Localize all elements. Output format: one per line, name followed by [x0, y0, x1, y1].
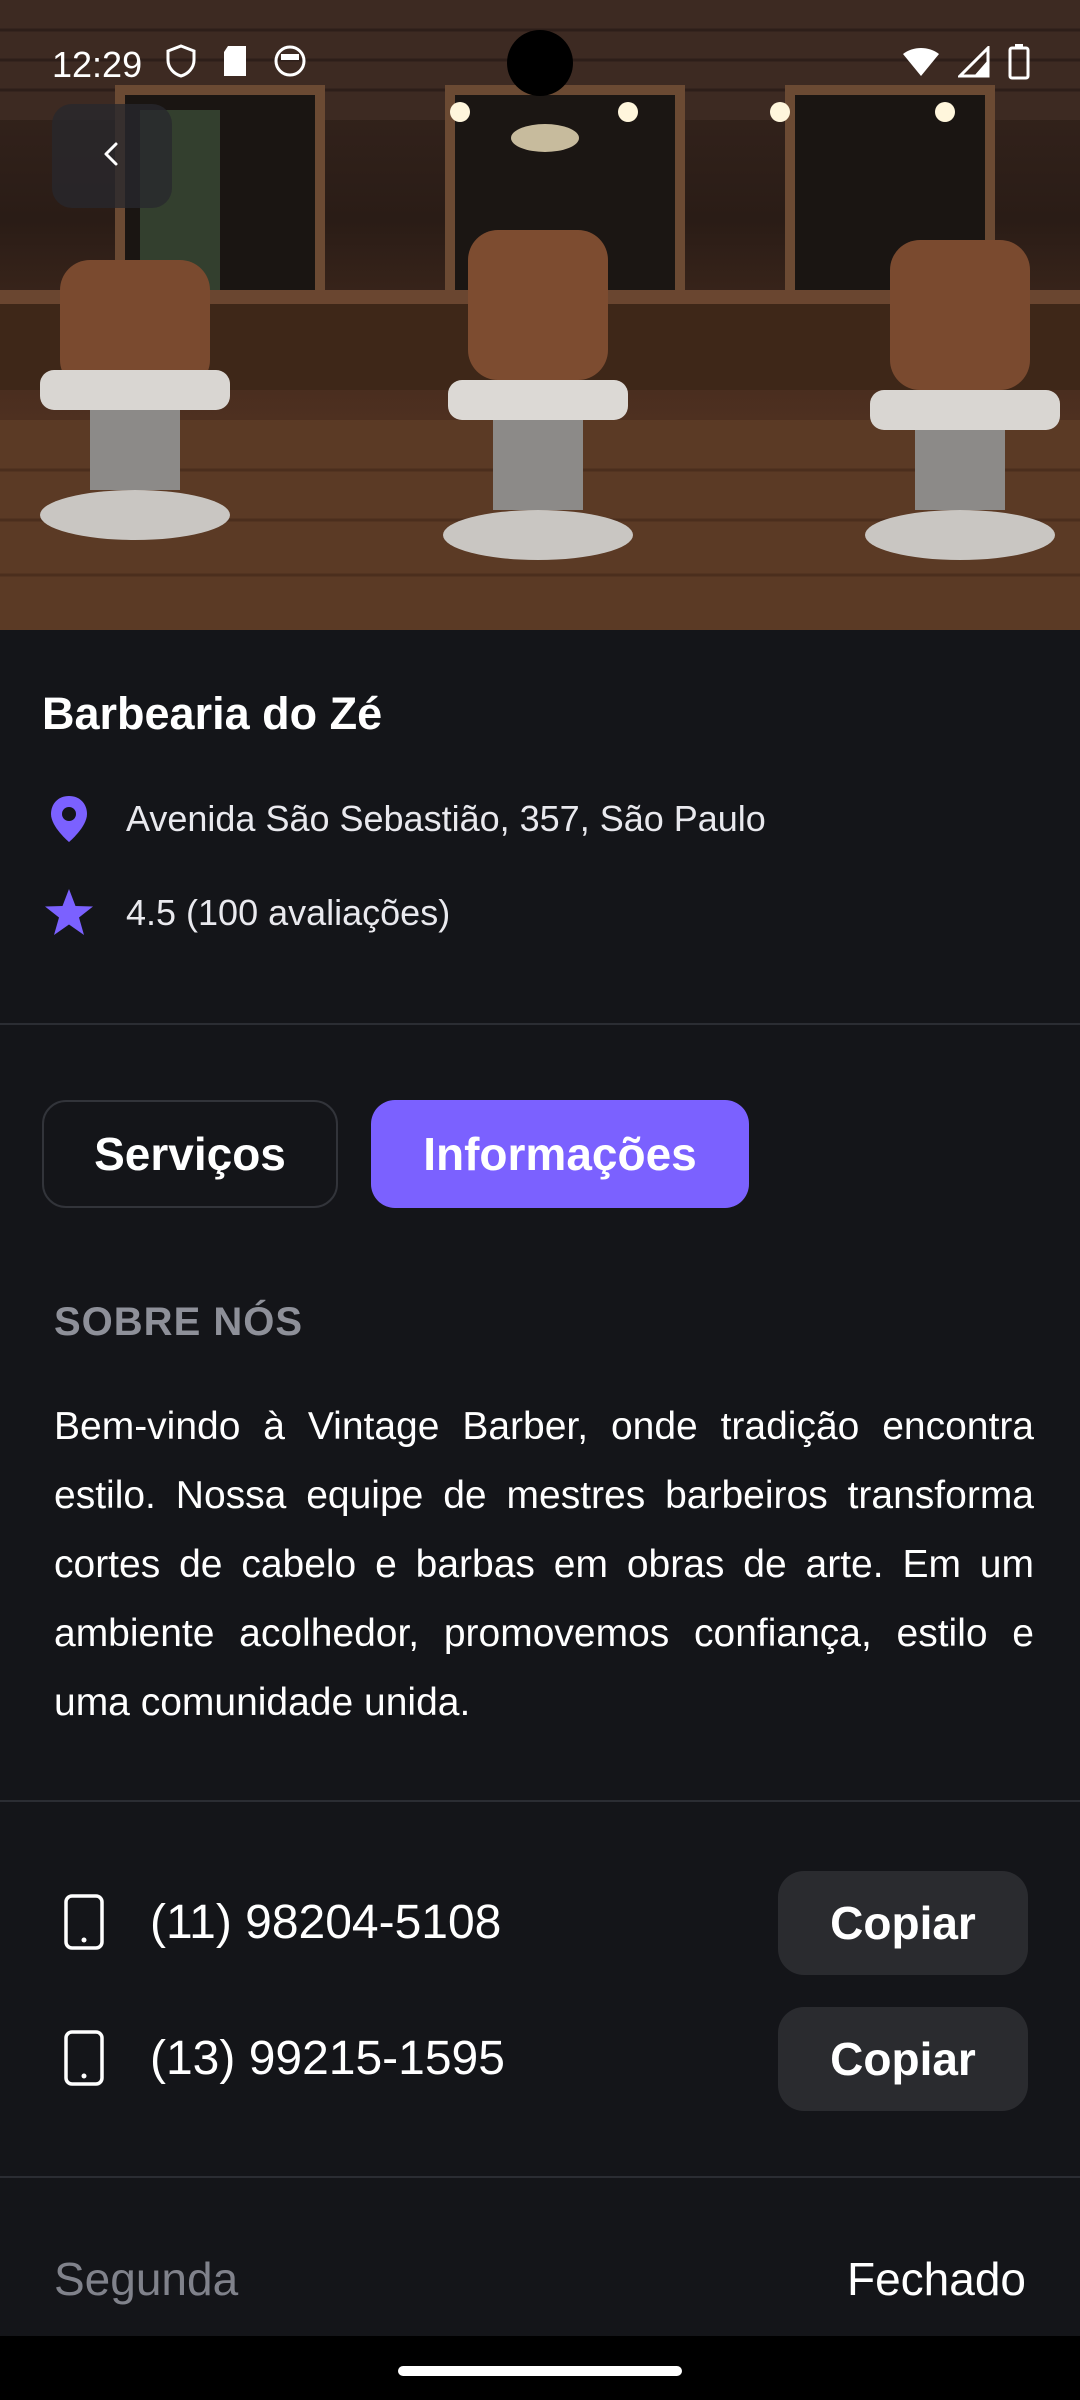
rating-row: 4.5 (100 avaliações) — [42, 886, 450, 940]
divider — [0, 1023, 1080, 1025]
about-heading: SOBRE NÓS — [54, 1300, 304, 1344]
battery-icon — [1008, 44, 1030, 85]
smartphone-icon — [54, 1892, 114, 1952]
phone-number: (13) 99215-1595 — [150, 2031, 505, 2085]
tab-informacoes[interactable]: Informações — [371, 1100, 749, 1208]
back-button[interactable] — [52, 104, 172, 208]
shield-icon — [165, 44, 197, 78]
phone-number: (11) 98204-5108 — [150, 1895, 502, 1949]
copy-phone-button[interactable]: Copiar — [778, 2007, 1028, 2111]
shop-name: Barbearia do Zé — [42, 688, 383, 739]
phone-row: (11) 98204-5108 — [54, 1892, 501, 1952]
front-camera-cutout — [507, 30, 573, 96]
status-time: 12:29 — [52, 44, 143, 85]
tab-servicos[interactable]: Serviços — [42, 1100, 338, 1208]
chevron-left-icon — [97, 139, 127, 174]
home-indicator[interactable] — [398, 2366, 682, 2376]
shop-address: Avenida São Sebastião, 357, São Paulo — [126, 798, 766, 839]
sd-card-icon — [219, 44, 251, 78]
hours-value: Fechado — [846, 2253, 1026, 2305]
hours-day: Segunda — [54, 2253, 239, 2305]
divider — [0, 1800, 1080, 1802]
system-status-icons — [902, 44, 1030, 85]
address-row: Avenida São Sebastião, 357, São Paulo — [42, 792, 766, 846]
smartphone-icon — [54, 2028, 114, 2088]
about-text: Bem-vindo à Vintage Barber, onde tradiçã… — [54, 1405, 1034, 1724]
divider — [0, 2176, 1080, 2178]
notification-icons — [165, 44, 306, 78]
map-pin-icon — [42, 792, 96, 846]
shop-rating: 4.5 (100 avaliações) — [126, 892, 451, 933]
star-icon — [42, 886, 96, 940]
app-notification-icon — [273, 44, 306, 78]
phone-row: (13) 99215-1595 — [54, 2028, 505, 2088]
copy-phone-button[interactable]: Copiar — [778, 1871, 1028, 1975]
wifi-icon — [902, 46, 940, 83]
signal-icon — [956, 44, 990, 83]
